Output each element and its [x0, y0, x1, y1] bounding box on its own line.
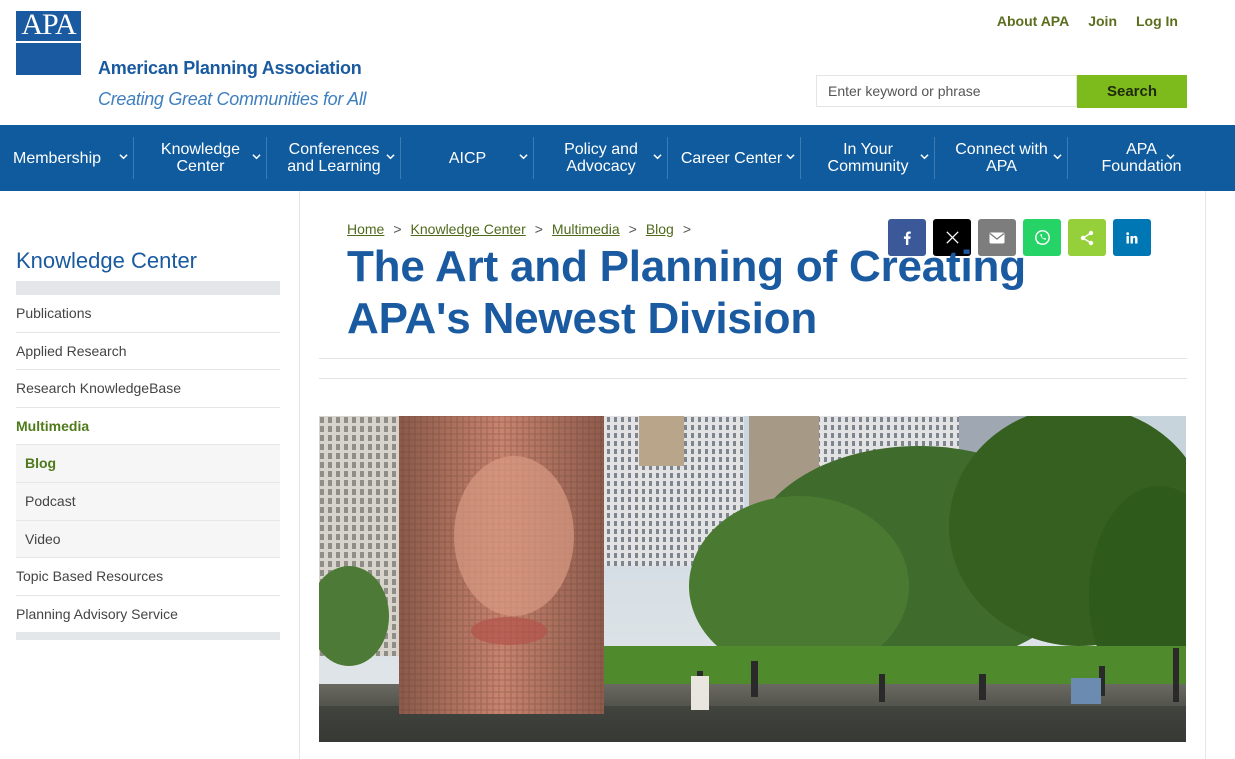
breadcrumb-separator: > [628, 221, 637, 237]
nav-label: Connect with APA [955, 141, 1048, 175]
nav-item-conferences[interactable]: Conferences and Learning [267, 125, 401, 191]
nav-item-aicp[interactable]: AICP [401, 125, 534, 191]
sidebar-item-publications[interactable]: Publications [16, 295, 280, 333]
chevron-down-icon [1166, 154, 1175, 160]
apa-logo[interactable]: APA [16, 11, 81, 75]
sidebar-item-video[interactable]: Video [16, 520, 280, 559]
sidebar-item-planning-advisory-service[interactable]: Planning Advisory Service [16, 596, 280, 634]
breadcrumb-separator: > [534, 221, 543, 237]
search-button[interactable]: Search [1077, 75, 1187, 108]
sidebar-item-multimedia[interactable]: Multimedia [16, 408, 280, 446]
sidebar-header-bar [16, 281, 280, 295]
content-divider [299, 191, 300, 759]
breadcrumb-multimedia[interactable]: Multimedia [552, 221, 620, 237]
crown-fountain-image [319, 416, 1186, 742]
sidebar-item-research-knowledgebase[interactable]: Research KnowledgeBase [16, 370, 280, 408]
chevron-down-icon [386, 154, 395, 160]
breadcrumb: Home > Knowledge Center > Multimedia > B… [347, 221, 700, 237]
breadcrumb-separator: > [393, 221, 402, 237]
nav-item-connect-with-apa[interactable]: Connect with APA [935, 125, 1068, 191]
nav-label: Membership [12, 149, 102, 167]
chevron-down-icon [1053, 154, 1062, 160]
sidebar-item-applied-research[interactable]: Applied Research [16, 333, 280, 371]
chevron-down-icon [920, 154, 929, 160]
breadcrumb-knowledge-center[interactable]: Knowledge Center [411, 221, 526, 237]
whatsapp-share-button[interactable] [1023, 219, 1061, 256]
org-tagline: Creating Great Communities for All [98, 89, 367, 109]
breadcrumb-blog[interactable]: Blog [646, 221, 674, 237]
divider [319, 378, 1187, 379]
nav-label: Policy and Advocacy [564, 141, 638, 175]
nav-label: Career Center [680, 149, 783, 167]
join-link[interactable]: Join [1088, 13, 1117, 29]
sidebar-title[interactable]: Knowledge Center [16, 248, 197, 274]
chevron-down-icon [119, 154, 128, 160]
sidebar-nav: Publications Applied Research Research K… [16, 295, 280, 633]
logo-text: APA [21, 11, 76, 41]
nav-item-in-your-community[interactable]: In Your Community [801, 125, 935, 191]
sharethis-share-button[interactable] [1068, 219, 1106, 256]
nav-label: AICP [448, 149, 487, 167]
chevron-down-icon [252, 154, 261, 160]
logo-divider [16, 41, 81, 43]
nav-item-apa-foundation[interactable]: APA Foundation [1068, 125, 1215, 191]
utility-nav: About APA Join Log In [997, 13, 1178, 29]
share-icon [1080, 230, 1094, 245]
log-in-link[interactable]: Log In [1136, 13, 1178, 29]
article-title: The Art and Planning of Creating APA's N… [347, 242, 1026, 343]
org-name[interactable]: American Planning Association [98, 58, 362, 79]
whatsapp-icon [1034, 230, 1050, 245]
nav-item-membership[interactable]: Membership [0, 125, 134, 191]
about-apa-link[interactable]: About APA [997, 13, 1069, 29]
nav-item-policy[interactable]: Policy and Advocacy [534, 125, 668, 191]
linkedin-icon [1126, 231, 1138, 243]
linkedin-share-button[interactable] [1113, 219, 1151, 256]
search-form: Search [816, 75, 1187, 108]
nav-item-knowledge-center[interactable]: Knowledge Center [134, 125, 267, 191]
divider [319, 358, 1187, 359]
search-input[interactable] [816, 75, 1077, 107]
nav-label: Knowledge Center [160, 141, 241, 175]
content-divider-right [1205, 191, 1206, 759]
article-hero-image [319, 416, 1186, 742]
breadcrumb-home[interactable]: Home [347, 221, 384, 237]
main-nav: Membership Knowledge Center Conferences … [0, 125, 1235, 191]
chevron-down-icon [653, 154, 662, 160]
sidebar-item-podcast[interactable]: Podcast [16, 482, 280, 521]
nav-item-career-center[interactable]: Career Center [668, 125, 801, 191]
chevron-down-icon [519, 154, 528, 160]
sidebar-item-topic-based-resources[interactable]: Topic Based Resources [16, 558, 280, 596]
sidebar-footer-bar [16, 632, 280, 640]
sidebar-item-blog[interactable]: Blog [16, 445, 280, 483]
chevron-down-icon [786, 154, 795, 160]
nav-label: In Your Community [827, 141, 909, 175]
nav-label: Conferences and Learning [287, 141, 381, 175]
breadcrumb-separator: > [682, 221, 692, 237]
